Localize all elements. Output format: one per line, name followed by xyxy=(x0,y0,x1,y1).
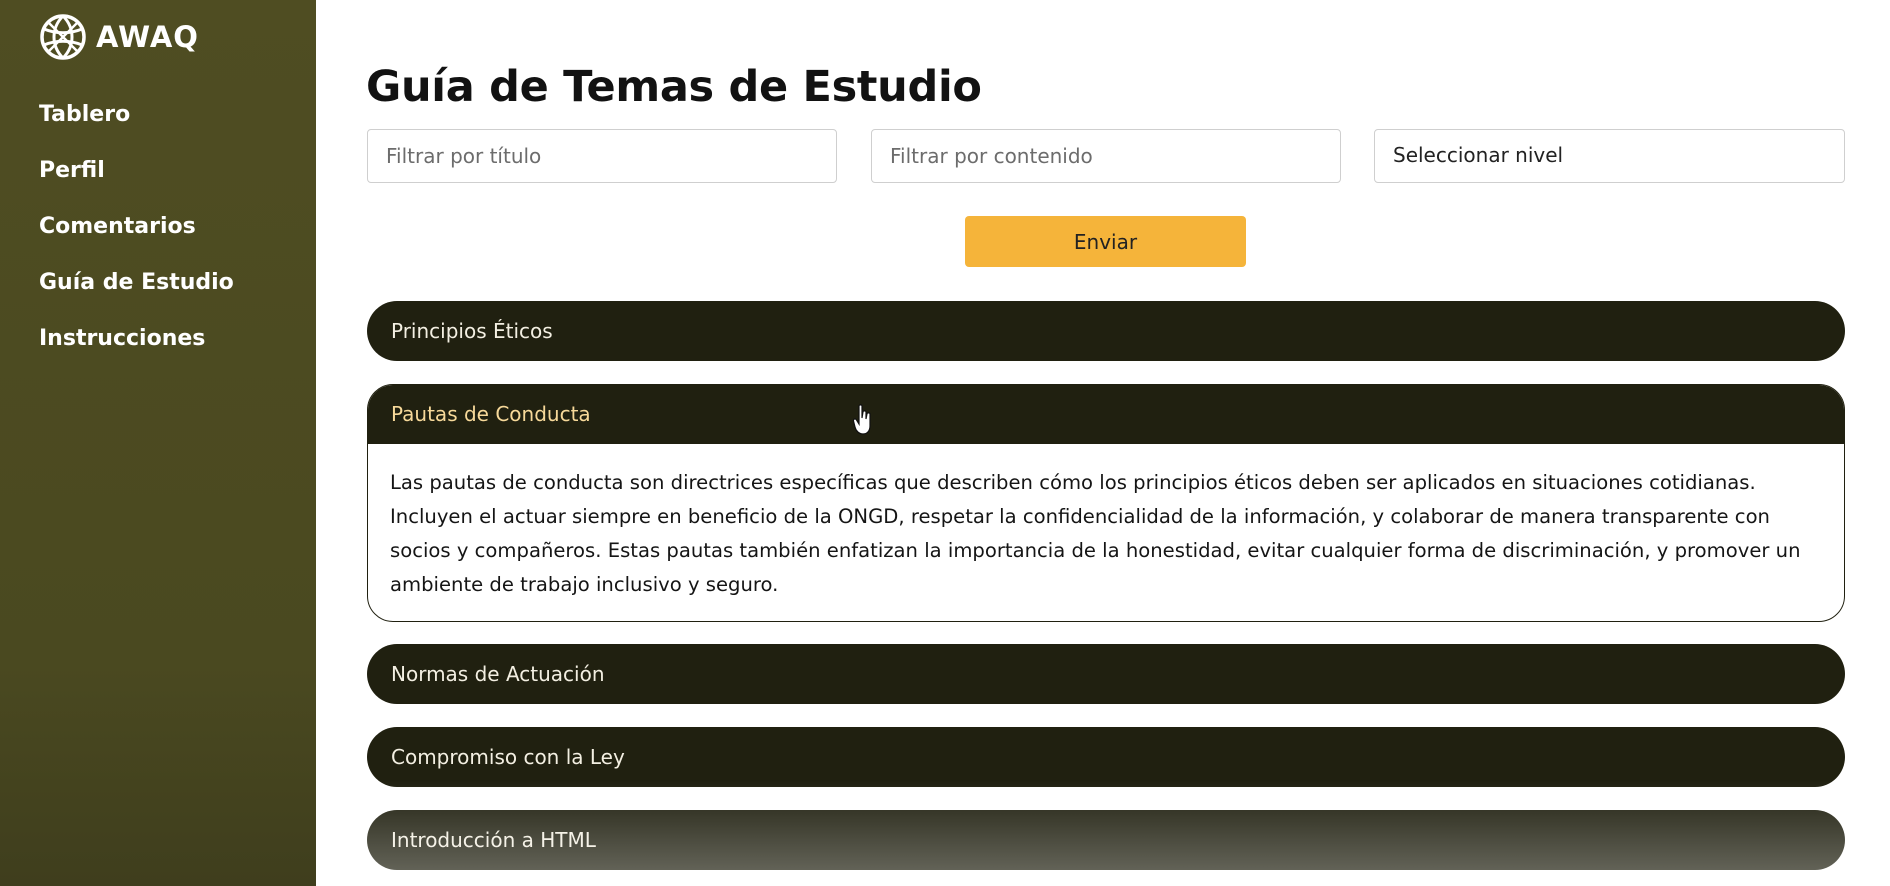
sidebar: AWAQ Tablero Perfil Comentarios Guía de … xyxy=(0,0,316,886)
submit-button[interactable]: Enviar xyxy=(965,216,1246,267)
sidebar-item-perfil[interactable]: Perfil xyxy=(39,153,234,209)
topic-introduccion-a-html[interactable]: Introducción a HTML xyxy=(367,810,1845,870)
topic-compromiso-con-la-ley[interactable]: Compromiso con la Ley xyxy=(367,727,1845,787)
sidebar-item-tablero[interactable]: Tablero xyxy=(39,97,234,153)
topic-pautas-de-conducta-panel: Pautas de Conducta Las pautas de conduct… xyxy=(367,384,1845,622)
main-content: Guía de Temas de Estudio Seleccionar niv… xyxy=(316,0,1890,886)
topic-principios-eticos[interactable]: Principios Éticos xyxy=(367,301,1845,361)
topic-pautas-de-conducta[interactable]: Pautas de Conducta xyxy=(368,385,1844,444)
sidebar-item-comentarios[interactable]: Comentarios xyxy=(39,209,234,265)
content-filter-input[interactable] xyxy=(871,129,1341,183)
brand-logo[interactable]: AWAQ xyxy=(38,10,199,64)
globe-logo-icon xyxy=(40,14,86,60)
sidebar-item-guia-de-estudio[interactable]: Guía de Estudio xyxy=(39,265,234,321)
topic-normas-de-actuacion[interactable]: Normas de Actuación xyxy=(367,644,1845,704)
title-filter-input[interactable] xyxy=(367,129,837,183)
sidebar-item-instrucciones[interactable]: Instrucciones xyxy=(39,321,234,377)
level-select[interactable]: Seleccionar nivel xyxy=(1374,129,1845,183)
hand-cursor-icon xyxy=(853,404,871,435)
brand-name: AWAQ xyxy=(96,20,199,54)
page-title: Guía de Temas de Estudio xyxy=(366,62,982,112)
topic-content: Las pautas de conducta son directrices e… xyxy=(390,471,1801,596)
sidebar-nav: Tablero Perfil Comentarios Guía de Estud… xyxy=(39,97,234,377)
